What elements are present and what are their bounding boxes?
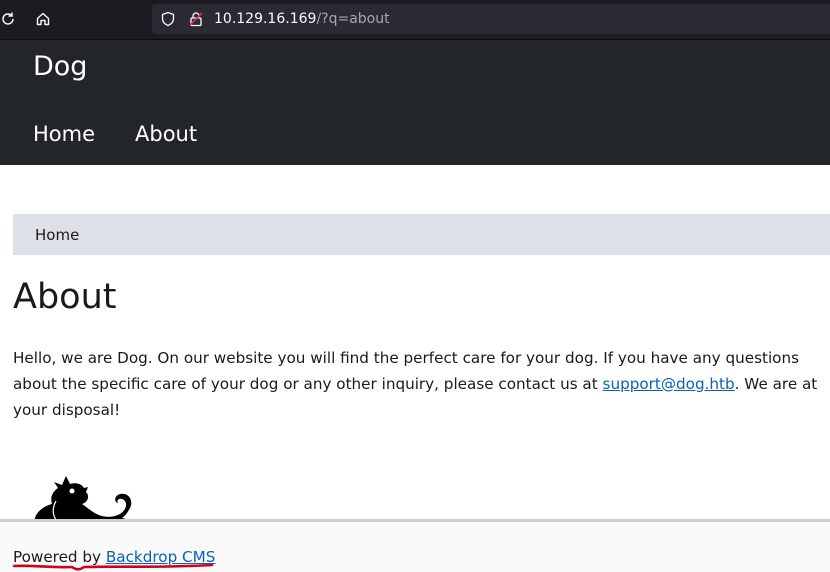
tracking-shield-icon[interactable]	[160, 11, 176, 27]
address-bar[interactable]: 10.129.16.169/?q=about	[152, 4, 830, 34]
breadcrumb-home-link[interactable]: Home	[35, 225, 79, 245]
red-annotation-underline	[12, 563, 214, 571]
home-icon	[36, 12, 50, 26]
home-button[interactable]	[32, 8, 54, 30]
reload-button[interactable]	[0, 8, 19, 30]
reload-icon	[2, 12, 14, 25]
site-name-link[interactable]: Dog	[33, 48, 87, 86]
menu-item-about[interactable]: About	[135, 118, 197, 150]
url-path: /?q=about	[316, 11, 390, 27]
page-title: About	[13, 277, 117, 317]
browser-toolbar: 10.129.16.169/?q=about	[0, 0, 830, 40]
url-text: 10.129.16.169/?q=about	[214, 4, 390, 34]
insecure-lock-icon[interactable]	[188, 11, 204, 27]
url-host: 10.129.16.169	[214, 11, 317, 27]
support-email-link[interactable]: support@dog.htb	[603, 375, 735, 393]
site-footer: Powered by Backdrop CMS	[0, 519, 830, 572]
main-menu: Home About	[33, 118, 197, 150]
breadcrumb: Home	[13, 214, 830, 255]
site-header: Dog Home About	[0, 40, 830, 165]
menu-item-home[interactable]: Home	[33, 118, 95, 150]
about-paragraph: Hello, we are Dog. On our website you wi…	[13, 346, 828, 423]
